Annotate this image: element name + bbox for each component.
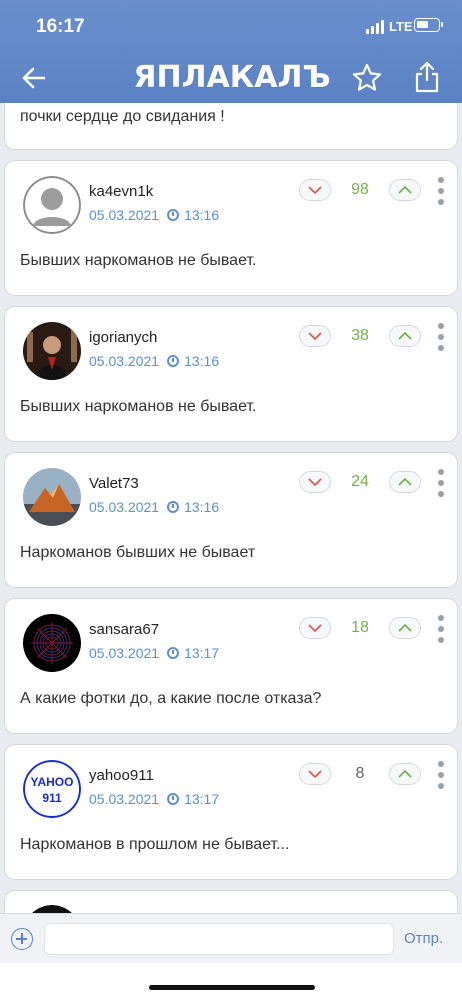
comment-time: 13:17 — [184, 645, 220, 661]
add-attachment-icon[interactable] — [11, 928, 33, 950]
more-options-icon[interactable] — [435, 615, 447, 643]
home-area — [0, 963, 462, 1000]
comment-score: 98 — [351, 181, 369, 198]
signal-icon — [366, 20, 384, 34]
more-options-icon[interactable] — [435, 469, 447, 497]
comment-time: 13:16 — [184, 499, 220, 515]
comment-date: 05.03.2021 — [89, 353, 160, 369]
vote-down-button[interactable] — [299, 179, 331, 201]
yahoo-avatar[interactable]: YAHOO 911 — [23, 760, 81, 818]
comment-username[interactable]: Valet73 — [89, 475, 139, 492]
back-arrow-icon[interactable] — [18, 62, 50, 94]
comment-feed[interactable]: почки сердце до свидания ! ka4evn1k 05.0… — [0, 103, 462, 913]
vote-up-button[interactable] — [389, 179, 421, 201]
chevron-down-icon — [308, 770, 322, 778]
comment-input[interactable] — [44, 923, 394, 955]
comment-meta: 05.03.2021 13:16 — [89, 353, 219, 369]
comment-meta: 05.03.2021 13:17 — [89, 791, 219, 807]
chevron-up-icon — [398, 624, 412, 632]
vote-up-button[interactable] — [389, 325, 421, 347]
site-logo: ЯПЛАКАЛЪ — [133, 60, 331, 95]
chevron-up-icon — [398, 478, 412, 486]
clock-icon — [167, 501, 180, 513]
send-button[interactable]: Отпр. — [404, 930, 443, 947]
comment-score: 24 — [351, 473, 369, 490]
clock-icon — [167, 355, 180, 367]
comment-card — [4, 890, 458, 913]
avatar[interactable] — [23, 905, 81, 913]
star-icon[interactable] — [351, 62, 383, 94]
comment-text: почки сердце до свидания ! — [20, 108, 225, 125]
yahoo-avatar-line1: YAHOO — [31, 775, 74, 789]
comment-username[interactable]: yahoo911 — [89, 767, 154, 784]
chevron-up-icon — [398, 186, 412, 194]
status-bar: 16:17 LTE — [0, 0, 462, 50]
comment-text: А какие фотки до, а какие после отказа? — [20, 690, 322, 707]
comment-username[interactable]: ka4evn1k — [89, 183, 153, 200]
vote-up-button[interactable] — [389, 763, 421, 785]
vote-up-button[interactable] — [389, 617, 421, 639]
vote-up-button[interactable] — [389, 471, 421, 493]
comment-card: Valet73 05.03.2021 13:16 24 Наркоманов б… — [4, 452, 458, 588]
more-options-icon[interactable] — [435, 323, 447, 351]
photo-avatar[interactable] — [23, 322, 81, 380]
share-icon[interactable] — [411, 60, 443, 94]
vote-down-button[interactable] — [299, 617, 331, 639]
comment-username[interactable]: igorianych — [89, 329, 157, 346]
comment-input-bar: Отпр. — [0, 913, 462, 963]
vote-down-button[interactable] — [299, 325, 331, 347]
vote-down-button[interactable] — [299, 763, 331, 785]
battery-icon — [414, 18, 443, 32]
chevron-up-icon — [398, 770, 412, 778]
chevron-down-icon — [308, 332, 322, 340]
comment-time: 13:17 — [184, 791, 220, 807]
default-avatar[interactable] — [23, 176, 81, 234]
vote-down-button[interactable] — [299, 471, 331, 493]
chevron-down-icon — [308, 478, 322, 486]
comment-date: 05.03.2021 — [89, 791, 160, 807]
comment-card: почки сердце до свидания ! — [4, 103, 458, 150]
chevron-down-icon — [308, 186, 322, 194]
comment-meta: 05.03.2021 13:16 — [89, 207, 219, 223]
clock-icon — [167, 209, 180, 221]
comment-score: 8 — [355, 765, 365, 782]
home-indicator[interactable] — [149, 985, 315, 990]
comment-time: 13:16 — [184, 353, 220, 369]
app-header: 16:17 LTE ЯПЛАКАЛЪ — [0, 0, 462, 103]
comment-date: 05.03.2021 — [89, 499, 160, 515]
comment-card: igorianych 05.03.2021 13:16 38 Бывших на… — [4, 306, 458, 442]
comment-date: 05.03.2021 — [89, 207, 160, 223]
comment-score: 38 — [351, 327, 369, 344]
more-options-icon[interactable] — [435, 761, 447, 789]
comment-meta: 05.03.2021 13:17 — [89, 645, 219, 661]
status-time: 16:17 — [36, 16, 85, 37]
comment-card: sansara67 05.03.2021 13:17 18 А какие фо… — [4, 598, 458, 734]
mountain-avatar[interactable] — [23, 468, 81, 526]
comment-card: YAHOO 911 yahoo911 05.03.2021 13:17 8 На… — [4, 744, 458, 880]
comment-score: 18 — [351, 619, 369, 636]
comment-text: Наркоманов бывших не бывает — [20, 544, 256, 561]
clock-icon — [167, 647, 180, 659]
more-options-icon[interactable] — [435, 177, 447, 205]
yahoo-avatar-line2: 911 — [42, 791, 62, 805]
comment-card: ka4evn1k 05.03.2021 13:16 98 Бывших нарк… — [4, 160, 458, 296]
comment-text: Бывших наркоманов не бывает. — [20, 398, 257, 415]
comment-meta: 05.03.2021 13:16 — [89, 499, 219, 515]
chevron-down-icon — [308, 624, 322, 632]
comment-username[interactable]: sansara67 — [89, 621, 159, 638]
comment-text: Бывших наркоманов не бывает. — [20, 252, 257, 269]
network-label: LTE — [389, 19, 413, 34]
comment-date: 05.03.2021 — [89, 645, 160, 661]
comment-text: Наркоманов в прошлом не бывает... — [20, 836, 290, 853]
comment-time: 13:16 — [184, 207, 220, 223]
web-avatar[interactable] — [23, 614, 81, 672]
clock-icon — [167, 793, 180, 805]
chevron-up-icon — [398, 332, 412, 340]
